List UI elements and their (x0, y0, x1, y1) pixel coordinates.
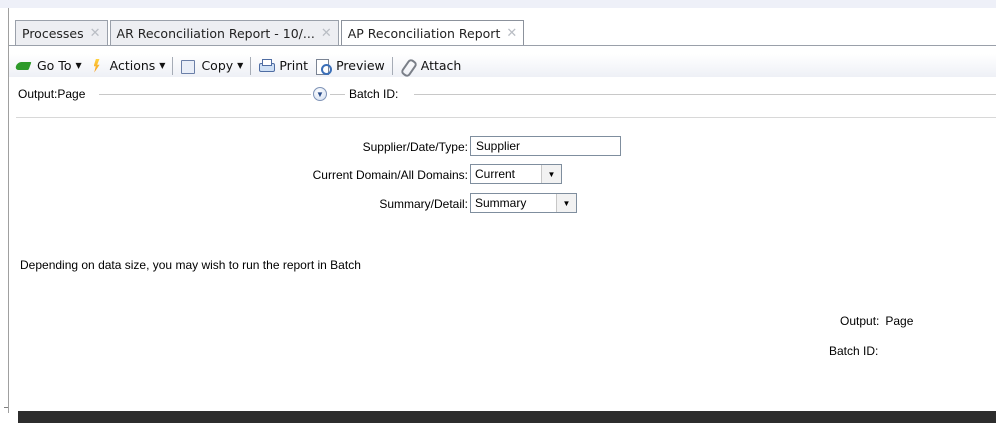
output-bar: Output:Page ▼ Batch ID: (9, 85, 996, 103)
goto-arrow-icon (16, 59, 32, 73)
section-divider (16, 117, 996, 118)
summary-detail-label: Summary/Detail: (379, 197, 468, 211)
preview-icon (315, 58, 333, 75)
close-icon[interactable]: ✕ (90, 26, 101, 41)
domain-select[interactable]: Current ▼ (470, 164, 562, 184)
goto-button[interactable]: Go To ▼ (16, 58, 82, 73)
batch-note: Depending on data size, you may wish to … (20, 258, 361, 272)
print-button[interactable]: Print (258, 58, 308, 73)
goto-label: Go To (37, 58, 72, 73)
output-page-label: Output:Page (18, 87, 86, 101)
tab-processes[interactable]: Processes ✕ (15, 20, 108, 45)
divider-line (414, 94, 996, 95)
lightning-icon (89, 59, 105, 73)
window-top-strip (0, 0, 996, 8)
expand-toggle-icon[interactable]: ▼ (313, 87, 327, 101)
batch-id-label: Batch ID: (349, 87, 399, 101)
domain-value: Current (475, 167, 516, 181)
toolbar: Go To ▼ Actions ▼ Copy ▼ Print Preview A… (9, 54, 996, 77)
tab-ap-reconciliation[interactable]: AP Reconciliation Report ✕ (340, 20, 525, 46)
close-icon[interactable]: ✕ (321, 26, 332, 41)
output-summary: Output: Page (840, 314, 913, 328)
output-label: Output: (840, 314, 880, 328)
print-label: Print (279, 58, 309, 73)
tab-bar-divider (9, 45, 996, 46)
toolbar-separator (391, 56, 393, 75)
chevron-down-icon[interactable]: ▼ (541, 165, 561, 183)
tab-bar: Processes ✕ AR Reconciliation Report - 1… (15, 20, 526, 46)
bottom-panel-bar (18, 411, 996, 423)
batch-id-summary: Batch ID: (829, 344, 879, 358)
output-value: Page (885, 314, 914, 328)
copy-icon (180, 59, 196, 74)
actions-button[interactable]: Actions ▼ (89, 58, 166, 73)
paperclip-icon (400, 59, 416, 73)
frame-tick (4, 407, 8, 408)
tab-label: AP Reconciliation Report (347, 26, 501, 41)
tab-label: AR Reconciliation Report - 10/... (116, 25, 315, 41)
copy-label: Copy (201, 58, 234, 73)
printer-icon (258, 58, 276, 73)
actions-label: Actions (109, 58, 156, 73)
chevron-down-icon[interactable]: ▼ (556, 194, 576, 212)
divider-line (330, 94, 345, 95)
toolbar-separator (172, 56, 174, 75)
tab-label: Processes (22, 25, 84, 41)
domain-label: Current Domain/All Domains: (312, 168, 468, 182)
divider-line (99, 94, 311, 95)
preview-label: Preview (336, 58, 385, 73)
close-icon[interactable]: ✕ (506, 26, 517, 41)
summary-detail-select[interactable]: Summary ▼ (470, 193, 577, 213)
supplier-date-type-input[interactable]: Supplier (470, 136, 621, 156)
chevron-down-icon: ▼ (237, 61, 244, 70)
tab-ar-reconciliation[interactable]: AR Reconciliation Report - 10/... ✕ (109, 20, 339, 45)
chevron-down-icon: ▼ (159, 61, 166, 70)
attach-label: Attach (420, 58, 462, 73)
toolbar-separator (250, 56, 252, 75)
attach-button[interactable]: Attach (400, 58, 462, 73)
copy-button[interactable]: Copy ▼ (180, 58, 244, 74)
summary-detail-value: Summary (475, 196, 527, 210)
supplier-date-type-label: Supplier/Date/Type: (362, 140, 468, 154)
chevron-down-icon: ▼ (75, 61, 82, 70)
preview-button[interactable]: Preview (315, 58, 385, 75)
